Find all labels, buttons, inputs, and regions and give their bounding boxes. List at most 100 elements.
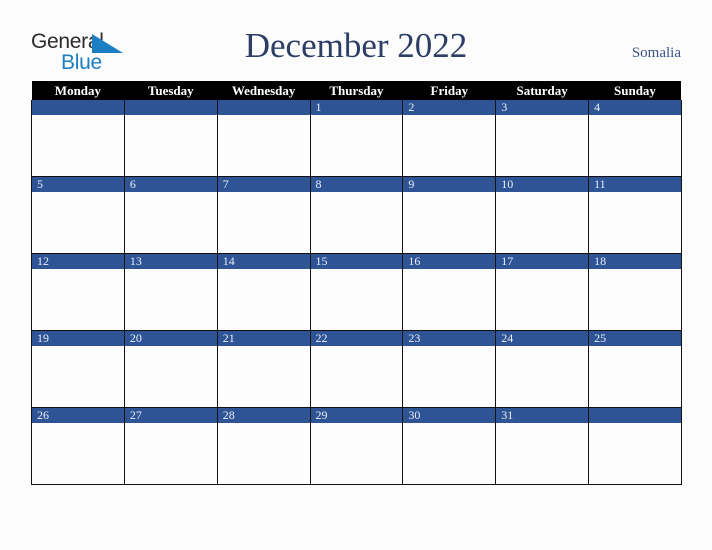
day-events-area[interactable] — [496, 269, 589, 330]
day-number: 9 — [403, 177, 496, 192]
day-cell[interactable]: 25 — [588, 330, 682, 408]
day-events-area[interactable] — [496, 423, 589, 484]
day-cell[interactable]: 22 — [309, 330, 404, 408]
day-cell[interactable]: 10 — [495, 176, 590, 254]
calendar-header-row: Monday Tuesday Wednesday Thursday Friday… — [31, 81, 682, 100]
day-events-area[interactable] — [403, 269, 496, 330]
day-cell[interactable]: 18 — [588, 253, 682, 331]
page-title: December 2022 — [244, 26, 468, 65]
day-events-area[interactable] — [403, 346, 496, 407]
day-cell[interactable] — [216, 100, 311, 177]
day-events-area[interactable] — [589, 423, 681, 484]
day-events-area[interactable] — [310, 269, 403, 330]
day-cell[interactable]: 6 — [123, 176, 218, 254]
day-cell[interactable]: 14 — [216, 253, 311, 331]
day-cell[interactable] — [31, 100, 125, 177]
day-events-area[interactable] — [124, 423, 217, 484]
day-cell[interactable]: 20 — [123, 330, 218, 408]
day-events-area[interactable] — [217, 269, 310, 330]
day-events-area[interactable] — [403, 192, 496, 253]
day-cell[interactable]: 17 — [495, 253, 590, 331]
day-number: 15 — [310, 254, 403, 269]
day-events-area[interactable] — [32, 423, 124, 484]
day-cell[interactable]: 7 — [216, 176, 311, 254]
day-events-area[interactable] — [217, 115, 310, 176]
day-events-area[interactable] — [496, 192, 589, 253]
day-events-area[interactable] — [496, 346, 589, 407]
day-events-area[interactable] — [217, 192, 310, 253]
day-events-area[interactable] — [589, 346, 681, 407]
day-number — [124, 100, 217, 115]
day-cell[interactable]: 29 — [309, 407, 404, 485]
day-cell[interactable]: 4 — [588, 100, 682, 177]
day-number: 31 — [496, 408, 589, 423]
weekday-header-wednesday: Wednesday — [217, 81, 311, 100]
day-events-area[interactable] — [403, 423, 496, 484]
day-cell[interactable]: 19 — [31, 330, 125, 408]
day-number: 20 — [124, 331, 217, 346]
day-events-area[interactable] — [589, 115, 681, 176]
day-events-area[interactable] — [310, 423, 403, 484]
day-number: 2 — [403, 100, 496, 115]
day-number — [589, 408, 681, 423]
day-number — [32, 100, 124, 115]
day-events-area[interactable] — [32, 346, 124, 407]
day-cell[interactable]: 15 — [309, 253, 404, 331]
day-events-area[interactable] — [32, 192, 124, 253]
day-events-area[interactable] — [589, 269, 681, 330]
day-events-area[interactable] — [589, 192, 681, 253]
day-cell[interactable]: 9 — [402, 176, 497, 254]
day-cell[interactable]: 28 — [216, 407, 311, 485]
calendar-week-row: 1 2 3 4 — [31, 100, 682, 177]
day-cell[interactable] — [588, 407, 682, 485]
calendar-page: General Blue December 2022 Somalia Monda… — [0, 0, 712, 550]
day-cell[interactable]: 1 — [309, 100, 404, 177]
day-events-area[interactable] — [32, 269, 124, 330]
day-cell[interactable]: 24 — [495, 330, 590, 408]
day-events-area[interactable] — [310, 115, 403, 176]
day-cell[interactable]: 27 — [123, 407, 218, 485]
day-number: 26 — [32, 408, 124, 423]
day-cell[interactable]: 23 — [402, 330, 497, 408]
day-number: 7 — [217, 177, 310, 192]
day-number: 21 — [217, 331, 310, 346]
day-cell[interactable]: 12 — [31, 253, 125, 331]
day-events-area[interactable] — [124, 115, 217, 176]
day-number: 3 — [496, 100, 589, 115]
day-events-area[interactable] — [32, 115, 124, 176]
day-number: 23 — [403, 331, 496, 346]
day-cell[interactable]: 21 — [216, 330, 311, 408]
day-events-area[interactable] — [310, 192, 403, 253]
day-events-area[interactable] — [217, 423, 310, 484]
day-number: 17 — [496, 254, 589, 269]
day-cell[interactable]: 16 — [402, 253, 497, 331]
day-number: 22 — [310, 331, 403, 346]
day-events-area[interactable] — [217, 346, 310, 407]
day-number: 5 — [32, 177, 124, 192]
day-events-area[interactable] — [124, 269, 217, 330]
day-events-area[interactable] — [124, 192, 217, 253]
day-cell[interactable]: 26 — [31, 407, 125, 485]
calendar-week-row: 26 27 28 29 30 31 — [31, 407, 682, 485]
day-number: 19 — [32, 331, 124, 346]
calendar-week-row: 5 6 7 8 9 10 11 — [31, 176, 682, 254]
day-number: 11 — [589, 177, 681, 192]
day-events-area[interactable] — [310, 346, 403, 407]
day-events-area[interactable] — [124, 346, 217, 407]
day-cell[interactable]: 8 — [309, 176, 404, 254]
day-cell[interactable]: 11 — [588, 176, 682, 254]
day-cell[interactable]: 5 — [31, 176, 125, 254]
day-number: 1 — [310, 100, 403, 115]
weekday-header-saturday: Saturday — [495, 81, 589, 100]
day-cell[interactable]: 13 — [123, 253, 218, 331]
day-cell[interactable]: 31 — [495, 407, 590, 485]
day-cell[interactable]: 2 — [402, 100, 497, 177]
calendar-table: Monday Tuesday Wednesday Thursday Friday… — [31, 81, 682, 485]
weekday-header-tuesday: Tuesday — [124, 81, 218, 100]
day-cell[interactable] — [123, 100, 218, 177]
day-events-area[interactable] — [403, 115, 496, 176]
day-cell[interactable]: 3 — [495, 100, 590, 177]
day-number: 27 — [124, 408, 217, 423]
day-events-area[interactable] — [496, 115, 589, 176]
day-cell[interactable]: 30 — [402, 407, 497, 485]
